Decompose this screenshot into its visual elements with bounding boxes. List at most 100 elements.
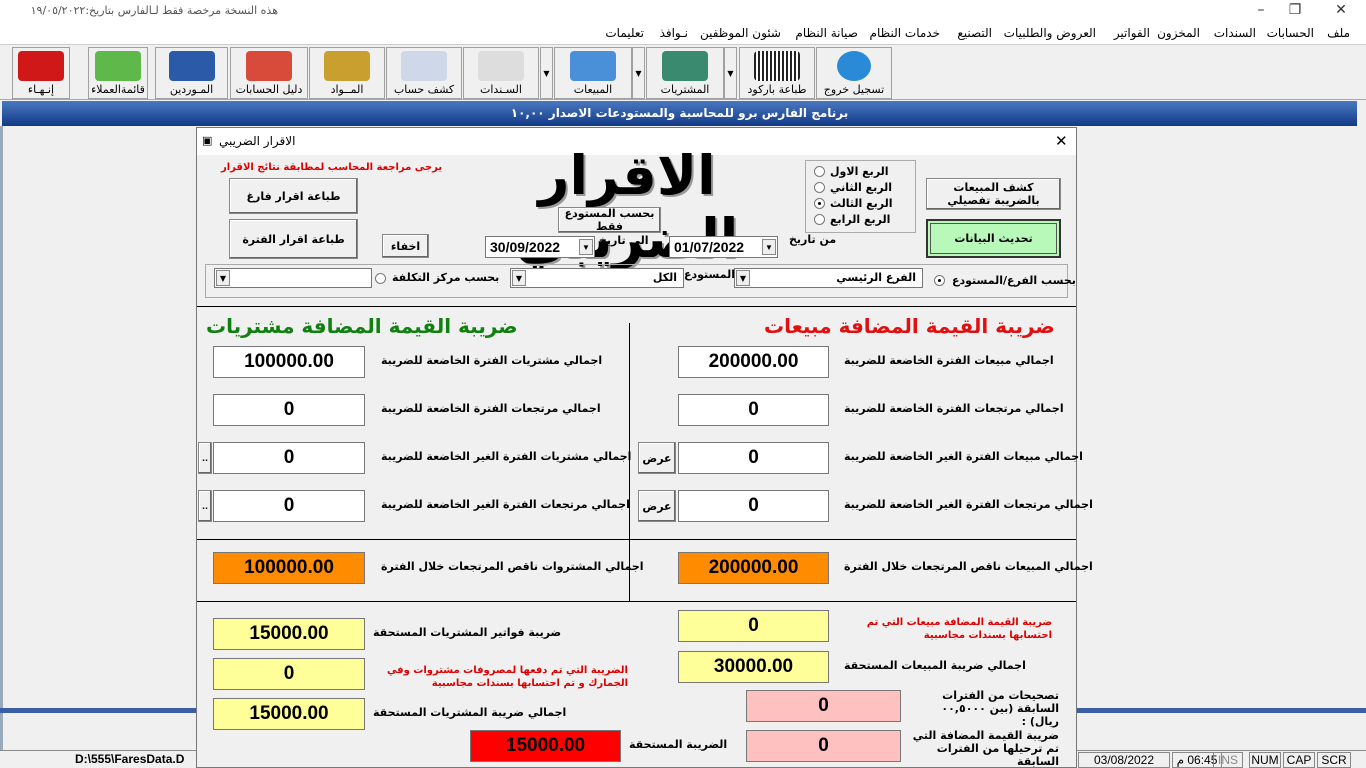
purchases-nontaxable-more-button[interactable]: ..	[198, 442, 212, 474]
sales-button[interactable]: المبيعات	[554, 47, 632, 99]
menu-help[interactable]: تعليمات	[605, 26, 644, 40]
accounts-guide-button[interactable]: دليل الحسابات	[230, 47, 308, 99]
dialog-close-button[interactable]: ✕	[1055, 132, 1068, 150]
exit-button[interactable]: إنـهـاء	[12, 47, 70, 99]
sales-total-tax-label: اجمالي ضريبة المبيعات المستحقة	[844, 659, 1026, 672]
menu-bar: ملف الحسابات السندات المخزون الفواتير ال…	[0, 24, 1366, 44]
to-date-picker[interactable]: 30/09/2022 ▼	[485, 236, 595, 258]
menu-invoices[interactable]: الفواتير	[1114, 26, 1150, 40]
view-sales-nontaxable-button[interactable]: عرض	[638, 442, 676, 474]
refresh-data-button[interactable]: تحديث البيانات	[926, 219, 1061, 258]
purchases-returns-nontaxable-more-button[interactable]: ..	[198, 490, 212, 522]
barcode-icon	[754, 51, 800, 81]
sales-nontaxable-field[interactable]: 0	[678, 442, 829, 474]
customers-button[interactable]: قائمةالعملاء	[88, 47, 148, 99]
cost-center-select[interactable]: ▼	[214, 268, 372, 288]
menu-offers-orders[interactable]: العروض والطلبيات	[1004, 26, 1096, 40]
by-cost-center-radio[interactable]	[375, 273, 386, 284]
menu-inventory[interactable]: المخزون	[1157, 26, 1200, 40]
accounts-guide-icon	[246, 51, 292, 81]
warehouse-only-button[interactable]: بحسب المستودع فقط	[558, 207, 661, 233]
menu-system-maintenance[interactable]: صيانة النظام	[795, 26, 858, 40]
items-button[interactable]: المــواد	[309, 47, 385, 99]
window-title: هذه النسخة مرخصة فقط لـالفارس بتاريخ:١٩/…	[30, 4, 278, 17]
tax-due-label: الضريبة المستحقة	[629, 738, 728, 751]
purchases-button[interactable]: المشتريات	[646, 47, 724, 99]
print-blank-button[interactable]: طباعة اقرار فارغ	[229, 178, 358, 214]
carried-tax-label: ضريبة القيمة المضافة التي تم ترحيلها من …	[912, 729, 1059, 768]
purchases-total-tax-field: 15000.00	[213, 698, 365, 730]
logout-icon	[837, 51, 871, 81]
expenses-tax-field[interactable]: 0	[213, 658, 365, 690]
purchase-invoices-tax-field: 15000.00	[213, 618, 365, 650]
purchases-returns-taxable-field[interactable]: 0	[213, 394, 365, 426]
divider	[197, 306, 1076, 307]
hide-button[interactable]: اخفاء	[382, 234, 429, 258]
vouchers-dropdown[interactable]: ▼	[540, 47, 553, 99]
menu-employees[interactable]: شئون الموظفين	[700, 26, 781, 40]
purchases-dropdown[interactable]: ▼	[724, 47, 737, 99]
sales-vouchers-tax-field[interactable]: 0	[678, 610, 829, 642]
carried-tax-field[interactable]: 0	[746, 730, 901, 762]
restore-button[interactable]: ❐	[1280, 2, 1310, 22]
purchases-net-label: اجمالي المشتروات ناقص المرتجعات خلال الف…	[381, 560, 644, 573]
quarter-1-radio[interactable]: الربع الاول	[814, 165, 904, 179]
menu-windows[interactable]: نـوافذ	[660, 26, 688, 40]
warehouse-select[interactable]: الكل ▼	[510, 268, 684, 288]
by-branch-radio[interactable]: بحسب الفرع/المستودع	[934, 274, 1076, 288]
purchases-taxable-field[interactable]: 100000.00	[213, 346, 365, 378]
status-path: D:\555\FaresData.D	[75, 752, 185, 766]
app-banner: برنامج الفارس برو للمحاسبة والمستودعات ا…	[2, 101, 1357, 126]
divider	[197, 539, 1076, 540]
chevron-down-icon: ▼	[736, 270, 750, 286]
sales-tax-report-button[interactable]: كشف المبيعات بالضريبة تفصيلي	[926, 178, 1061, 210]
suppliers-button[interactable]: المـوردين	[155, 47, 228, 99]
menu-manufacturing[interactable]: التصنيع	[957, 26, 992, 40]
purchases-heading: ضريبة القيمة المضافة مشتريات	[206, 314, 518, 338]
tax-return-dialog: ▣ الاقرار الضريبي ✕ يرجى مراجعة المحاسب …	[196, 127, 1093, 768]
close-button[interactable]: ✕	[1326, 2, 1356, 22]
account-statement-button[interactable]: كشف حساب	[386, 47, 462, 99]
sales-returns-nontaxable-field[interactable]: 0	[678, 490, 829, 522]
divider	[197, 601, 1076, 602]
print-period-button[interactable]: طباعة اقرار الفترة	[229, 219, 358, 259]
vouchers-button[interactable]: السـندات	[463, 47, 539, 99]
quarter-3-radio[interactable]: الربع الثالث	[814, 197, 904, 211]
chevron-down-icon[interactable]: ▼	[579, 239, 593, 255]
review-note: يرجى مراجعة المحاسب لمطابقة نتائج الاقرا…	[221, 162, 443, 173]
warehouse-label: المستودع	[684, 268, 736, 281]
purchases-net-field: 100000.00	[213, 552, 365, 584]
chevron-down-icon[interactable]: ▼	[762, 239, 776, 255]
menu-file[interactable]: ملف	[1327, 26, 1350, 40]
menu-vouchers[interactable]: السندات	[1214, 26, 1256, 40]
purchases-returns-nontaxable-field[interactable]: 0	[213, 490, 365, 522]
menu-accounts[interactable]: الحسابات	[1267, 26, 1314, 40]
quarter-4-radio[interactable]: الربع الرابع	[814, 213, 904, 227]
sales-dropdown[interactable]: ▼	[632, 47, 645, 99]
purchases-returns-nontaxable-label: اجمالي مرتجعات الفترة الغير الخاضعة للضر…	[381, 498, 630, 511]
coins-icon	[324, 51, 370, 81]
chevron-down-icon: ▼	[216, 270, 230, 286]
branch-select[interactable]: الفرع الرئيسي ▼	[734, 268, 923, 288]
toolbar: إنـهـاء قائمةالعملاء المـوردين دليل الحس…	[0, 44, 1366, 100]
purchases-total-tax-label: اجمالي ضريبة المشتريات المستحقة	[373, 706, 567, 719]
tax-due-field: 15000.00	[470, 730, 621, 762]
quarter-2-radio[interactable]: الربع الثاني	[814, 181, 904, 195]
view-sales-returns-nontaxable-button[interactable]: عرض	[638, 490, 676, 522]
sales-returns-taxable-label: اجمالي مرتجعات الفترة الخاضعة للضريبة	[844, 402, 1064, 415]
menu-system-services[interactable]: خدمات النظام	[870, 26, 940, 40]
from-date-picker[interactable]: 01/07/2022 ▼	[669, 236, 778, 258]
sales-returns-taxable-field[interactable]: 0	[678, 394, 829, 426]
sales-net-label: اجمالي المبيعات ناقص المرتجعات خلال الفت…	[844, 560, 1093, 573]
sales-total-tax-field: 30000.00	[678, 651, 829, 683]
barcode-print-button[interactable]: طباعة باركود	[739, 47, 815, 99]
logout-button[interactable]: تسجيل خروج	[816, 47, 892, 99]
minimize-button[interactable]: –	[1246, 2, 1276, 22]
sales-returns-nontaxable-label: اجمالي مرتجعات الفترة الغير الخاضعة للضر…	[844, 498, 1093, 511]
purchases-nontaxable-field[interactable]: 0	[213, 442, 365, 474]
sales-net-field: 200000.00	[678, 552, 829, 584]
chevron-down-icon: ▼	[512, 270, 526, 286]
corrections-field[interactable]: 0	[746, 690, 901, 722]
sales-taxable-field[interactable]: 200000.00	[678, 346, 829, 378]
tag-icon	[570, 51, 616, 81]
